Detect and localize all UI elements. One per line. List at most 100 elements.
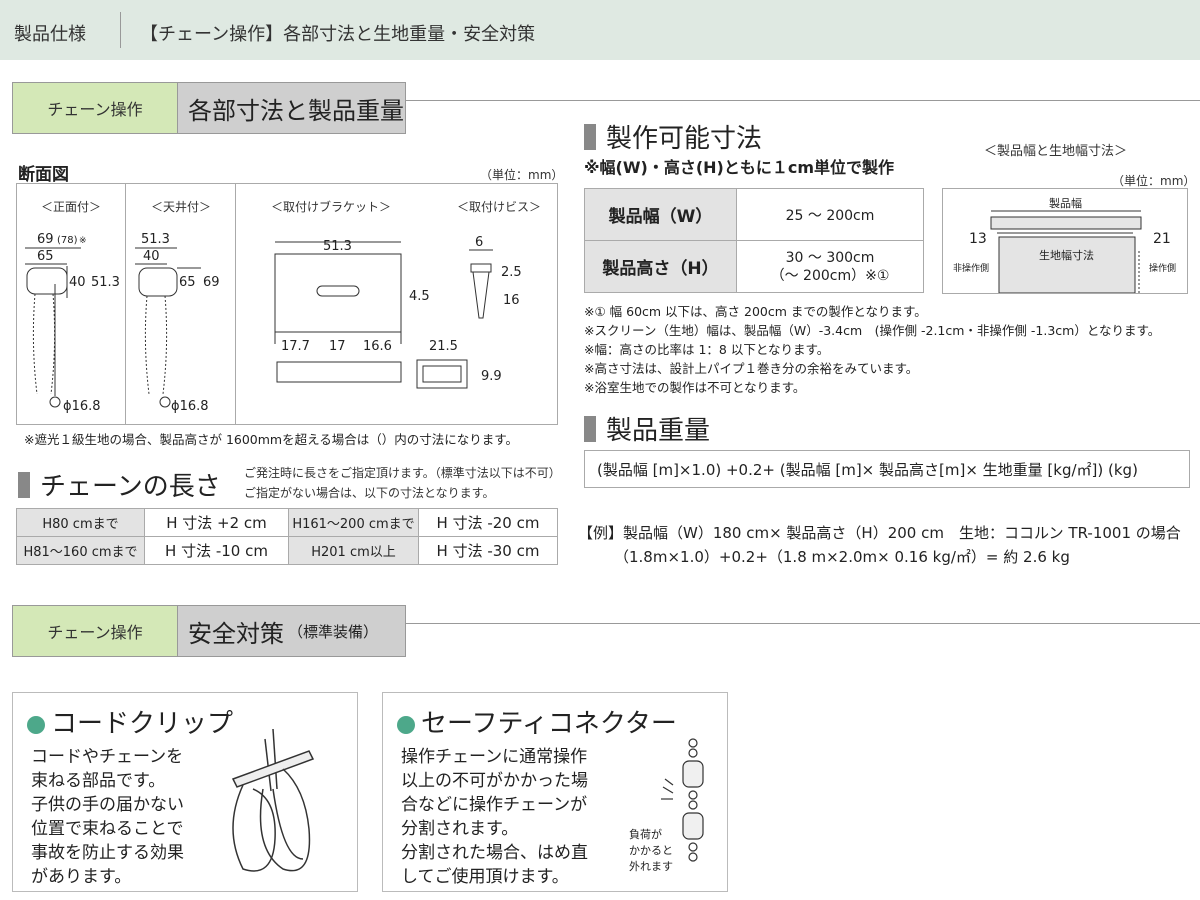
height-label: 製品高さ（H）	[584, 240, 737, 293]
note-line: ※浴室生地での製作は不可となります。	[584, 380, 806, 395]
front-d1-mark: ※	[79, 236, 87, 246]
cord-clip-text: コードやチェーンを 束ねる部品です。 子供の手の届かない 位置で束ねることで 事…	[31, 745, 184, 889]
bracket-w2: 21.5	[429, 339, 458, 354]
cord-clip-title: コードクリップ	[51, 709, 234, 739]
table-cell: H 寸法 -20 cm	[418, 508, 558, 537]
safety-connector-heading: セーフティコネクター	[397, 703, 677, 740]
width-value: 25 ～ 200cm	[736, 188, 924, 241]
text-line: 合などに操作チェーンが	[401, 795, 588, 815]
ceiling-d3: 65	[179, 275, 196, 290]
diagram-unit: （単位：mm）	[1112, 174, 1196, 188]
size-range-table: 製品幅（W） 25 ～ 200cm 製品高さ（H） 30 ～ 300cm （～ …	[584, 188, 924, 293]
text-line: 事故を防止する効果	[31, 843, 184, 863]
width-diagram-svg: 製品幅 13 21 生地幅寸法 非操作側 操作側	[953, 196, 1176, 293]
front-d1-paren: (78)	[57, 235, 78, 246]
text-line: してご使用頂けます。	[401, 867, 569, 887]
page-title: 【チェーン操作】各部寸法と生地重量・安全対策	[140, 24, 536, 45]
label-line: 負荷が	[629, 828, 662, 841]
safety-connector-title: セーフティコネクター	[421, 709, 677, 739]
text-line: があります。	[31, 867, 132, 887]
table-cell: H81～160 cmまで	[16, 536, 145, 565]
table-cell: H161～200 cmまで	[288, 508, 419, 537]
text-line: 以上の不可がかかった場	[401, 771, 588, 791]
width-diagram: 製品幅 13 21 生地幅寸法 非操作側 操作側	[942, 188, 1188, 294]
width-value-text: 25 ～ 200cm	[785, 207, 875, 224]
text-line: コードやチェーンを	[31, 747, 184, 767]
cross-section-note: ※遮光１級生地の場合、製品高さが 1600mmを超える場合は（）内の寸法になりま…	[24, 432, 518, 447]
front-d2: 65	[37, 249, 54, 264]
table-row: 製品高さ（H） 30 ～ 300cm （～ 200cm）※①	[584, 240, 924, 293]
height-value-note: （～ 200cm）※①	[770, 267, 890, 284]
weight-heading: 製品重量	[584, 410, 710, 447]
diagram-left-label: 非操作側	[953, 262, 989, 274]
text-line: 操作チェーンに通常操作	[401, 747, 588, 767]
bracket-w: 51.3	[323, 239, 352, 254]
safety-connector-card: セーフティコネクター 操作チェーンに通常操作 以上の不可がかかった場 合などに操…	[382, 692, 728, 892]
section-tag: チェーン操作	[12, 82, 178, 134]
bracket-c: 16.6	[363, 339, 392, 354]
bullet-icon	[397, 715, 415, 734]
cross-section-unit: （単位：mm）	[480, 168, 564, 182]
section-line	[406, 623, 1200, 624]
weight-title: 製品重量	[606, 416, 711, 446]
front-dia: ϕ16.8	[63, 399, 101, 414]
height-value: 30 ～ 300cm （～ 200cm）※①	[736, 240, 924, 293]
cross-section-title: 断面図	[18, 165, 69, 185]
screw-d: 6	[475, 235, 483, 250]
size-range-notes: ※① 幅 60cm 以下は、高さ 200cm までの製作となります。 ※スクリー…	[584, 302, 1160, 397]
safety-connector-text: 操作チェーンに通常操作 以上の不可がかかった場 合などに操作チェーンが 分割され…	[401, 745, 588, 889]
section-title-wrap: 安全対策 （標準装備）	[178, 605, 406, 657]
chain-length-desc1: ご発注時に長さをご指定頂けます。（標準寸法以下は不可）	[244, 466, 561, 480]
diagram-title: ＜製品幅と生地幅寸法＞	[984, 144, 1128, 159]
weight-example-1: 【例】製品幅（W）180 cm× 製品高さ（H）200 cm 生地：ココルン T…	[578, 524, 1181, 542]
divider	[120, 12, 121, 48]
category-label: 製品仕様	[14, 24, 86, 45]
note-line: ※スクリーン（生地）幅は、製品幅（W）-3.4cm (操作側 -2.1cm・非操…	[584, 323, 1161, 338]
screw-head: 2.5	[501, 265, 522, 280]
front-d4: 51.3	[91, 275, 120, 290]
text-line: 分割された場合、はめ直	[401, 843, 588, 863]
bracket-b: 17	[329, 339, 346, 354]
front-d1: 69	[37, 232, 54, 247]
ceiling-dia: ϕ16.8	[171, 399, 209, 414]
text-line: 分割されます。	[401, 819, 519, 839]
width-label: 製品幅（W）	[584, 188, 737, 241]
text-line: 束ねる部品です。	[31, 771, 166, 791]
cord-clip-illustration	[231, 729, 315, 872]
text-line: 子供の手の届かない	[31, 795, 184, 815]
bracket-h2: 9.9	[481, 369, 502, 384]
size-range-title: 製作可能寸法	[606, 124, 763, 154]
connector-label: 負荷が かかると 外れます	[629, 827, 673, 875]
bullet-icon	[27, 715, 45, 734]
weight-formula: (製品幅 [m]×1.0) +0.2+ (製品幅 [m]× 製品高さ[m]× 生…	[584, 450, 1190, 488]
heading-marker	[584, 123, 596, 150]
table-cell: H 寸法 +2 cm	[144, 508, 289, 537]
table-cell: H80 cmまで	[16, 508, 145, 537]
note-line: ※高さ寸法は、設計上パイプ１巻き分の余裕をみています。	[584, 361, 919, 376]
chain-length-title: チェーンの長さ	[40, 472, 221, 502]
table-cell: H201 cm以上	[288, 536, 419, 565]
section-title: 各部寸法と製品重量	[178, 82, 406, 134]
section-line	[406, 100, 1200, 101]
section-header-safety: チェーン操作 安全対策 （標準装備）	[12, 605, 406, 657]
size-range-subtitle: ※幅(W)・高さ(H)ともに１cm単位で製作	[584, 158, 895, 177]
label-line: 外れます	[629, 860, 673, 873]
table-cell: H 寸法 -30 cm	[418, 536, 558, 565]
diagram-center-label: 生地幅寸法	[1039, 248, 1094, 262]
section-title-note: （標準装備）	[288, 622, 379, 641]
front-d3: 40	[69, 275, 86, 290]
diagram-right-num: 21	[1153, 231, 1171, 247]
bracket-a: 17.7	[281, 339, 310, 354]
section-header-dimensions: チェーン操作 各部寸法と製品重量	[12, 82, 406, 134]
note-line: ※① 幅 60cm 以下は、高さ 200cm までの製作となります。	[584, 304, 927, 319]
cord-clip-heading: コードクリップ	[27, 703, 233, 740]
table-cell: H 寸法 -10 cm	[144, 536, 289, 565]
cross-section-box: ＜正面付＞ ＜天井付＞ ＜取付けブラケット＞ ＜取付けビス＞ 69 (78) ※…	[16, 183, 558, 425]
diagram-right-label: 操作側	[1149, 262, 1176, 274]
section-tag: チェーン操作	[12, 605, 178, 657]
bracket-h: 4.5	[409, 289, 430, 304]
table-row: 製品幅（W） 25 ～ 200cm	[584, 188, 924, 241]
note-line: ※幅：高さの比率は 1：8 以下となります。	[584, 342, 830, 357]
weight-example-2: （1.8m×1.0）+0.2+（1.8 m×2.0m× 0.16 kg/㎡）= …	[614, 548, 1070, 566]
ceiling-d2: 40	[143, 249, 160, 264]
